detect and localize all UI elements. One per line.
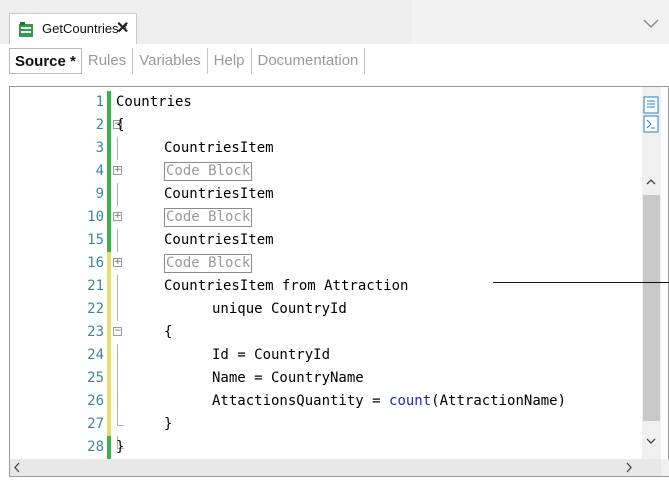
line-number: 16 (87, 255, 104, 271)
code-text: { (116, 117, 125, 133)
fold-guide (117, 137, 118, 160)
line-number: 10 (87, 209, 104, 225)
tab-source[interactable]: Source * (9, 48, 82, 74)
code-text: AttactionsQuantity = (212, 393, 390, 409)
code-line[interactable]: 9 CountriesItem (10, 183, 650, 206)
code-line[interactable]: 28} (10, 436, 650, 459)
editor-subtabs: Source * Rules Variables Help Documentation (9, 48, 366, 74)
change-marker (107, 91, 111, 114)
object-icon (18, 22, 34, 38)
fold-guide (117, 344, 118, 367)
change-marker (107, 344, 111, 367)
line-number: 21 (87, 278, 104, 294)
function-name: count (389, 393, 432, 409)
code-text: Name = CountryName (212, 370, 364, 386)
code-line[interactable]: 21 CountriesItem from Attraction (10, 275, 650, 298)
fold-guide (117, 367, 118, 390)
tab-rules[interactable]: Rules (82, 48, 134, 74)
horizontal-scrollbar[interactable] (10, 459, 661, 476)
line-number: 15 (87, 232, 104, 248)
fold-guide (117, 229, 118, 252)
change-marker (107, 390, 111, 413)
line-number: 23 (87, 324, 104, 340)
code-line[interactable]: 15 CountriesItem (10, 229, 650, 252)
tab-documentation[interactable]: Documentation (252, 48, 366, 74)
tab-getcountries[interactable]: GetCountries * ✕ (9, 13, 137, 44)
code-block-placeholder[interactable]: Code Block (164, 162, 253, 181)
line-number: 2 (95, 117, 104, 133)
code-text: } (164, 416, 173, 432)
fold-end (117, 413, 124, 426)
fold-guide (117, 275, 118, 298)
code-line[interactable]: 10 + Code Block (10, 206, 650, 229)
change-marker (107, 160, 111, 183)
change-marker (107, 229, 111, 252)
code-block-placeholder[interactable]: Code Block (164, 254, 253, 273)
code-line[interactable]: 4 + Code Block (10, 160, 650, 183)
expand-icon[interactable]: + (113, 258, 122, 267)
line-number: 25 (87, 370, 104, 386)
chevron-down-icon[interactable] (640, 12, 662, 34)
line-number: 4 (95, 163, 104, 179)
fold-guide (117, 183, 118, 206)
code-line[interactable]: 22 unique CountryId (10, 298, 650, 321)
code-line[interactable]: 2−{ (10, 114, 650, 137)
change-marker (107, 298, 111, 321)
code-block-placeholder[interactable]: Code Block (164, 208, 253, 227)
line-number: 3 (95, 140, 104, 156)
line-number: 22 (87, 301, 104, 317)
change-marker (107, 321, 111, 344)
code-text: (AttractionName) (431, 393, 567, 409)
code-text: { (164, 324, 173, 340)
code-text: CountriesItem (164, 232, 274, 248)
code-line[interactable]: 16 + Code Block (10, 252, 650, 275)
code-text: unique CountryId (212, 301, 347, 317)
change-marker (107, 183, 111, 206)
code-text: Countries (116, 94, 192, 110)
code-line[interactable]: 27} (10, 413, 650, 436)
doc-view-icon[interactable] (643, 115, 659, 133)
code-line[interactable]: 25 Name = CountryName (10, 367, 650, 390)
change-marker (107, 137, 111, 160)
code-text: CountriesItem (164, 140, 274, 156)
code-text: } (116, 439, 125, 455)
tab-title: GetCountries * (42, 21, 128, 36)
tab-variables[interactable]: Variables (133, 48, 208, 74)
tab-help[interactable]: Help (208, 48, 252, 74)
line-number: 27 (87, 416, 104, 432)
line-number: 28 (87, 439, 104, 455)
change-marker (107, 275, 111, 298)
change-marker (107, 114, 111, 137)
expand-icon[interactable]: + (113, 166, 122, 175)
annotation-pointer-line (493, 282, 669, 283)
collapse-icon[interactable]: − (113, 327, 122, 336)
vertical-scroll-thumb[interactable] (643, 195, 660, 421)
code-text: CountriesItem (164, 186, 274, 202)
code-text: CountriesItem from Attraction (164, 278, 409, 294)
fold-guide (117, 298, 118, 321)
change-marker (107, 206, 111, 229)
expand-icon[interactable]: + (113, 212, 122, 221)
line-number: 9 (95, 186, 104, 202)
scrollbar-corner (661, 459, 669, 476)
code-line[interactable]: 23− { (10, 321, 650, 344)
change-marker (107, 436, 111, 459)
line-number: 26 (87, 393, 104, 409)
change-marker (107, 413, 111, 436)
fold-guide (117, 390, 118, 413)
tab-bar-empty (412, 0, 669, 44)
outline-view-icon[interactable] (643, 96, 659, 114)
code-text: Id = CountryId (212, 347, 331, 363)
code-line[interactable]: 1 Countries (10, 91, 650, 114)
change-marker (107, 252, 111, 275)
line-number: 1 (95, 94, 104, 110)
change-marker (107, 367, 111, 390)
line-number: 24 (87, 347, 104, 363)
code-line[interactable]: 3 CountriesItem (10, 137, 650, 160)
close-icon[interactable]: ✕ (116, 18, 129, 38)
code-line[interactable]: 26 AttactionsQuantity = count (AttractionN… (10, 390, 650, 413)
code-line[interactable]: 24 Id = CountryId (10, 344, 650, 367)
